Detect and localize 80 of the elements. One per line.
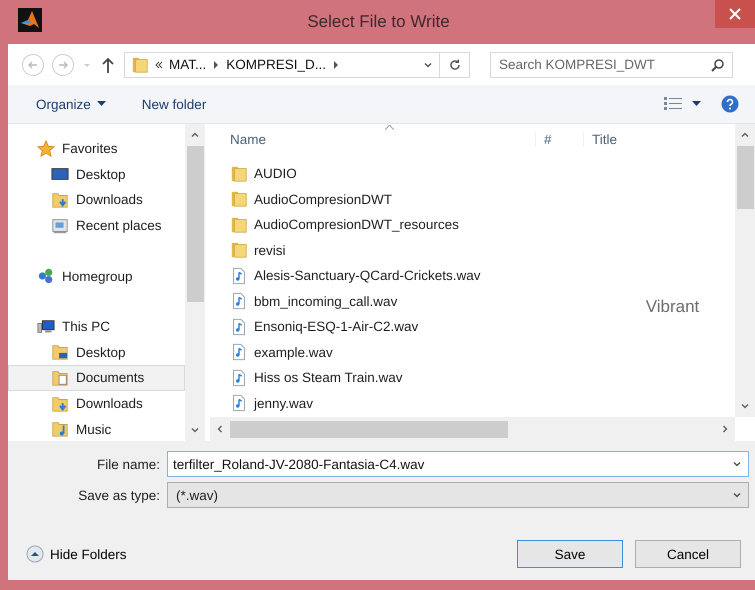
star-icon xyxy=(37,140,55,158)
scrollbar-thumb[interactable] xyxy=(230,420,508,438)
homegroup-icon xyxy=(37,267,55,286)
audio-file-icon xyxy=(230,394,248,412)
computer-icon xyxy=(37,318,55,336)
folder-icon xyxy=(230,241,248,260)
organize-menu-button[interactable]: Organize xyxy=(36,96,106,112)
folder-icon xyxy=(230,190,248,208)
file-list-item[interactable]: jenny.wav xyxy=(205,394,610,412)
folder-monitor-icon xyxy=(51,343,69,362)
help-icon[interactable] xyxy=(721,95,739,113)
up-arrow-icon[interactable] xyxy=(100,56,116,74)
dialog-button[interactable]: Cancel xyxy=(635,540,741,568)
refresh-icon xyxy=(448,58,462,72)
folder-icon xyxy=(230,164,248,183)
search-field[interactable]: Search KOMPRESI_DWT xyxy=(490,52,733,78)
file-list-item[interactable]: bbm_incoming_call.wav xyxy=(205,292,610,310)
forward-arrow-icon xyxy=(57,58,69,70)
sidebar-item[interactable]: Documents xyxy=(8,365,185,391)
new-folder-button[interactable]: New folder xyxy=(142,96,206,112)
sidebar-item[interactable]: Recent places xyxy=(8,212,185,238)
file-list-item[interactable]: AudioCompresionDWT xyxy=(205,190,610,208)
file-list-item[interactable]: Hiss os Steam Train.wav xyxy=(205,368,610,387)
sidebar-item[interactable]: This PC xyxy=(8,314,185,340)
folder-music-icon xyxy=(51,420,69,438)
scrollbar[interactable] xyxy=(735,124,755,417)
details-view-icon xyxy=(664,96,682,112)
scrollbar[interactable] xyxy=(210,417,735,441)
close-icon xyxy=(729,8,741,20)
recent-places-icon xyxy=(51,216,69,235)
audio-file-icon xyxy=(230,343,248,362)
caret-icon xyxy=(96,101,106,107)
file-list-item[interactable]: AudioCompresionDWT_resources xyxy=(205,216,610,234)
table-cell-text: Vibrant xyxy=(644,297,700,318)
audio-file-icon xyxy=(230,292,248,310)
sidebar-item[interactable]: Favorites xyxy=(8,136,185,162)
double-chevron-icon xyxy=(155,60,163,68)
app-logo-icon xyxy=(18,8,42,32)
file-list-item[interactable]: example.wav xyxy=(205,343,610,362)
sidebar-item[interactable]: Desktop xyxy=(8,162,185,188)
dropdown-caret-icon[interactable] xyxy=(732,490,742,500)
file-name-label: File name: xyxy=(96,456,161,472)
folder-download-icon xyxy=(51,394,69,413)
breadcrumb[interactable]: KOMPRESI_D... xyxy=(226,57,326,72)
caret-icon xyxy=(692,101,701,107)
breadcrumb-arrow-icon[interactable] xyxy=(332,60,340,68)
audio-file-icon xyxy=(230,266,248,285)
sidebar-item[interactable]: Downloads xyxy=(8,187,185,213)
scrollbar[interactable] xyxy=(185,124,205,441)
folder-icon xyxy=(131,56,149,74)
scrollbar-thumb[interactable] xyxy=(186,146,204,302)
sidebar-item[interactable]: Desktop xyxy=(8,340,185,366)
breadcrumb[interactable]: MAT... xyxy=(169,57,206,72)
folder-download-icon xyxy=(51,190,69,209)
folder-icon xyxy=(230,216,248,234)
window-title: Select File to Write xyxy=(306,12,451,32)
sidebar-item[interactable]: Downloads xyxy=(8,390,185,416)
view-options-button[interactable] xyxy=(664,96,701,112)
file-list-item[interactable]: AUDIO xyxy=(205,164,610,183)
file-list-item[interactable]: revisi xyxy=(205,241,610,260)
scrollbar-thumb[interactable] xyxy=(736,146,754,209)
audio-file-icon xyxy=(230,368,248,387)
breadcrumb-arrow-icon[interactable] xyxy=(212,60,220,68)
close-button[interactable] xyxy=(715,0,755,28)
file-type-dropdown[interactable]: (*.wav) xyxy=(167,482,749,508)
hide-folders-button[interactable]: Hide Folders xyxy=(26,545,127,563)
save-as-type-label: Save as type: xyxy=(77,488,161,502)
column-header[interactable]: # xyxy=(535,132,583,146)
dropdown-caret-icon[interactable] xyxy=(732,459,742,469)
column-header[interactable]: Name xyxy=(205,132,535,146)
audio-file-icon xyxy=(230,318,248,336)
back-arrow-icon xyxy=(27,58,39,70)
file-list-item[interactable]: Alesis-Sanctuary-QCard-Crickets.wav xyxy=(205,266,610,285)
sidebar-item[interactable]: Homegroup xyxy=(8,263,185,289)
address-bar[interactable]: MAT... KOMPRESI_D... xyxy=(124,52,470,78)
dialog-button[interactable]: Save xyxy=(517,540,623,568)
file-name-field[interactable]: terfilter_Roland-JV-2080-Fantasia-C4.wav xyxy=(167,451,749,477)
folder-document-icon xyxy=(51,368,69,387)
file-list-item[interactable]: Ensoniq-ESQ-1-Air-C2.wav xyxy=(205,318,610,336)
search-icon[interactable] xyxy=(711,58,725,72)
